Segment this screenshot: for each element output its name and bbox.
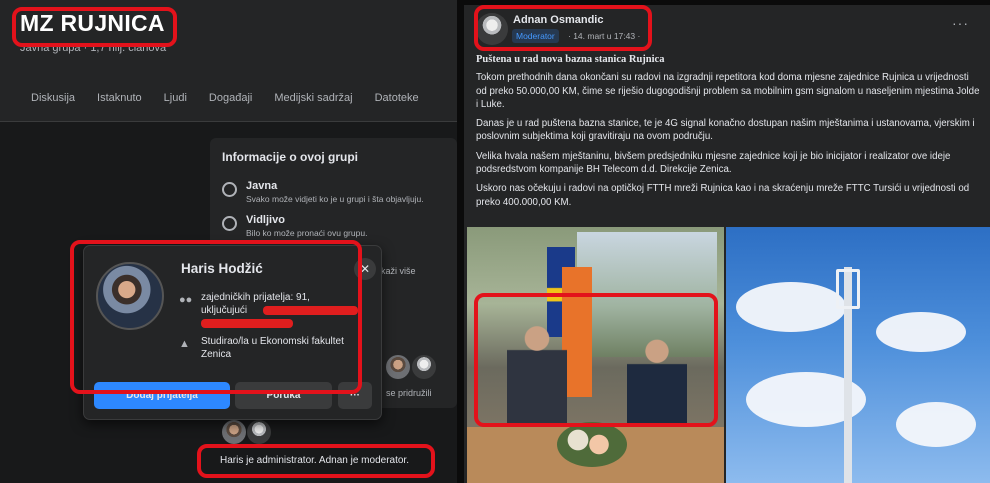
annotation-box	[197, 444, 435, 478]
moderator-avatar[interactable]	[247, 420, 271, 444]
annotation-box	[12, 7, 177, 47]
info-public-text: Svako može vidjeti ko je u grupi i šta o…	[246, 194, 424, 204]
info-visible-text: Bilo ko može pronaći ovu grupu.	[246, 228, 368, 238]
post-headline: Puštena u rad nova bazna stanica Rujnica	[476, 54, 665, 65]
tab-events[interactable]: Događaji	[198, 88, 263, 104]
admin-avatar[interactable]	[222, 420, 246, 444]
member-avatar[interactable]	[412, 355, 436, 379]
info-public: Javna Svako može vidjeti ko je u grupi i…	[222, 180, 456, 204]
post-paragraph: Uskoro nas očekuju i radovi na optičkoj …	[476, 183, 970, 208]
annotation-box	[474, 293, 718, 427]
eye-icon	[222, 216, 237, 231]
cloud-graphic	[876, 312, 966, 352]
post-menu-icon[interactable]: ···	[952, 15, 969, 31]
joined-text: se pridružili	[386, 388, 432, 398]
info-visible: Vidljivo Bilo ko može pronaći ovu grupu.	[222, 214, 456, 238]
cloud-graphic	[736, 282, 846, 332]
info-public-title: Javna	[246, 180, 278, 192]
cloud-graphic	[896, 402, 976, 447]
tab-discussion[interactable]: Diskusija	[0, 88, 86, 104]
flowers-graphic	[557, 422, 627, 467]
annotation-box	[474, 5, 652, 51]
post-paragraph: Danas je u rad puštena bazna stanice, te…	[476, 118, 975, 143]
annotation-box	[70, 240, 362, 394]
tab-featured[interactable]: Istaknuto	[86, 88, 153, 104]
tab-people[interactable]: Ljudi	[153, 88, 198, 104]
post-photo-tower[interactable]	[726, 227, 990, 483]
post-paragraph: Tokom prethodnih dana okončani su radovi…	[476, 72, 980, 110]
tab-files[interactable]: Datoteke	[364, 88, 430, 104]
group-tabs: Diskusija Istaknuto Ljudi Događaji Medij…	[0, 88, 457, 104]
info-title: Informacije o ovoj grupi	[222, 150, 359, 164]
tab-media[interactable]: Medijski sadržaj	[263, 88, 363, 104]
member-avatar[interactable]	[386, 355, 410, 379]
antenna-graphic	[836, 269, 860, 309]
post-body: Puštena u rad nova bazna stanica Rujnica…	[476, 53, 981, 215]
info-visible-title: Vidljivo	[246, 214, 285, 226]
post-paragraph: Velika hvala našem mještaninu, bivšem pr…	[476, 150, 951, 176]
globe-icon	[222, 182, 237, 197]
